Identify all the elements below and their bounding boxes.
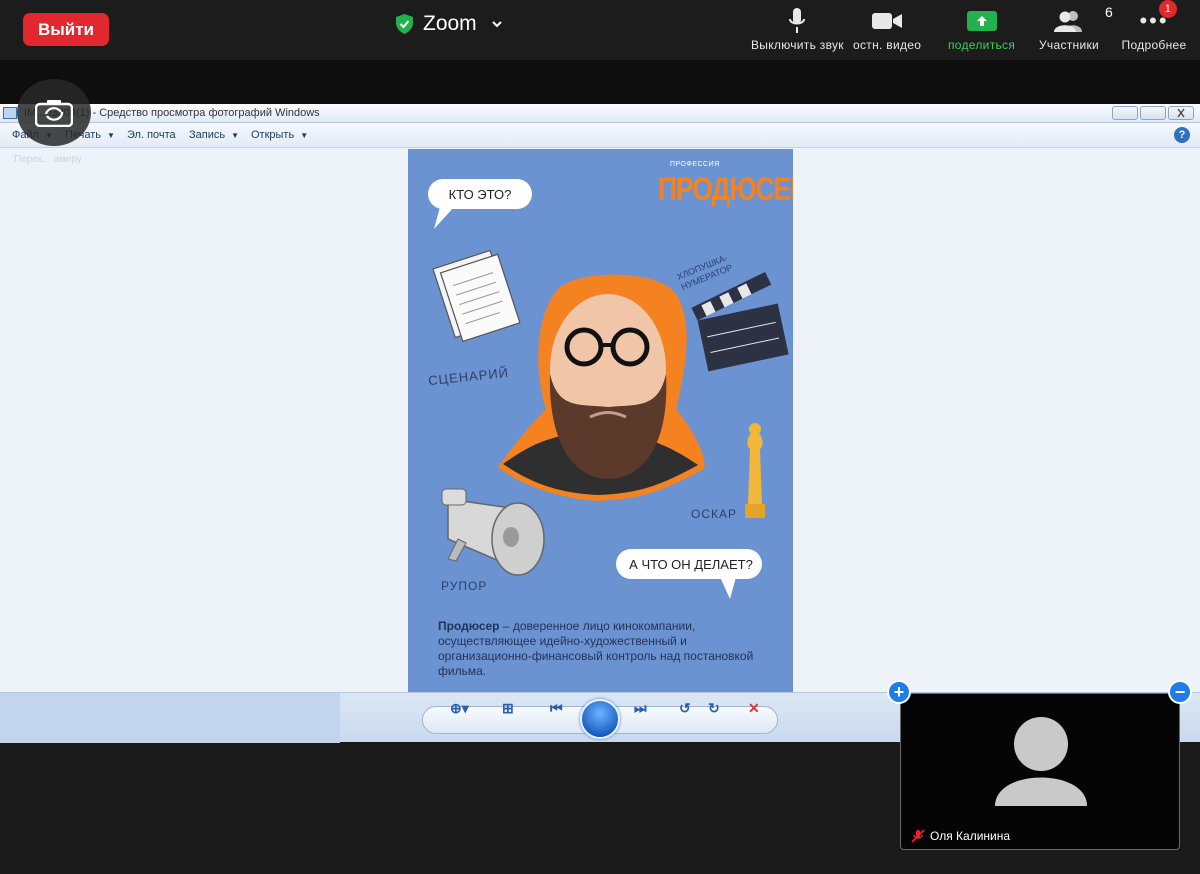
poster-bubble-what: А ЧТО ОН ДЕЛАЕТ? [629, 557, 753, 572]
script-drawing [432, 249, 521, 343]
poster-label-megaphone: РУПОР [441, 579, 488, 593]
poster-image: ПРОФЕССИЯ ПРОДЮСЕР КТО ЭТО? А ЧТО ОН ДЕЛ… [408, 149, 793, 692]
window-titlebar: IM...03804(1) - Средство просмотра фотог… [0, 104, 1200, 123]
mute-button[interactable]: Выключить звук [751, 6, 844, 52]
producer-portrait [498, 274, 705, 501]
slideshow-button[interactable] [580, 699, 620, 739]
mute-label: Выключить звук [751, 38, 844, 52]
avatar-placeholder-icon [995, 717, 1087, 806]
megaphone-drawing [441, 488, 545, 576]
poster-bubble-who: КТО ЭТО? [448, 187, 512, 202]
notification-badge: 1 [1159, 0, 1177, 18]
switch-camera-button[interactable] [17, 79, 91, 146]
share-screen-icon [966, 11, 997, 31]
close-window-button[interactable] [1168, 106, 1194, 120]
participants-icon [1054, 11, 1083, 32]
camera-switch-hint: Перек... амеру [14, 154, 82, 165]
previous-icon[interactable]: ⏮ [550, 700, 563, 717]
participant-name-bar: Оля Калинина [911, 829, 1010, 843]
close-icon [1177, 108, 1185, 118]
expand-tile-button[interactable]: + [887, 680, 911, 704]
poster-label-oscar: ОСКАР [691, 507, 737, 521]
more-label: Подробнее [1121, 38, 1187, 52]
zoom-toolbar: Выйти Zoom Выключить звук остн. видео по… [0, 0, 1200, 60]
photo-viewer-app-icon [3, 107, 17, 119]
delete-icon[interactable]: ✕ [748, 700, 760, 717]
screen: Выйти Zoom Выключить звук остн. видео по… [0, 0, 1200, 874]
rotate-right-icon[interactable]: ↻ [708, 700, 720, 717]
menu-open[interactable]: Открыть ▼ [251, 129, 308, 141]
minimize-button[interactable] [1112, 106, 1138, 120]
camera-rotate-icon [35, 99, 73, 127]
help-icon[interactable]: ? [1174, 127, 1190, 143]
zoom-icon[interactable]: ⊕▾ [450, 700, 469, 717]
shared-screen-photo-viewer: IM...03804(1) - Средство просмотра фотог… [0, 104, 1200, 743]
next-icon[interactable]: ⏭ [634, 700, 647, 717]
menu-burn[interactable]: Запись ▼ [189, 129, 239, 141]
poster-profession-small: ПРОФЕССИЯ [670, 161, 720, 168]
leave-button[interactable]: Выйти [23, 13, 109, 46]
viewer-menubar: Файл▼ Печать▼ Эл. почта Запись▼ Открыть▼… [0, 124, 1200, 148]
participants-button[interactable]: 6 Участники [1039, 4, 1113, 52]
video-button[interactable]: остн. видео [853, 6, 921, 52]
microphone-muted-icon [911, 829, 925, 843]
actual-size-icon[interactable]: ⊞ [502, 700, 514, 717]
video-camera-icon [872, 13, 903, 29]
more-button[interactable]: ••• 1 Подробнее [1119, 0, 1189, 52]
participants-count: 6 [1105, 4, 1114, 20]
participant-name: Оля Калинина [930, 829, 1011, 843]
maximize-button[interactable] [1140, 106, 1166, 120]
menu-email[interactable]: Эл. почта [127, 129, 176, 141]
oscar-statuette-drawing [745, 423, 765, 518]
poster-profession-title: ПРОДЮСЕР [658, 171, 793, 207]
rotate-left-icon[interactable]: ↺ [679, 700, 691, 717]
poster-illustration [428, 179, 789, 599]
video-label: остн. видео [853, 38, 922, 52]
screen-share-margin [0, 60, 1200, 104]
share-screen-button[interactable]: поделиться [948, 6, 1015, 52]
poster-description: Продюсер – доверенное лицо кинокомпании,… [438, 619, 754, 678]
minimize-tile-button[interactable]: − [1168, 680, 1192, 704]
participants-label: Участники [1039, 38, 1100, 52]
participant-video-tile[interactable]: Оля Калинина [900, 693, 1180, 850]
meeting-title[interactable]: Zoom [396, 12, 503, 36]
shield-check-icon [396, 14, 413, 34]
clapperboard-drawing [691, 271, 789, 372]
controls-left-panel [0, 693, 340, 743]
chevron-down-icon [491, 21, 502, 28]
meeting-title-text: Zoom [423, 12, 477, 35]
share-label: поделиться [948, 38, 1016, 52]
microphone-icon [789, 8, 806, 33]
